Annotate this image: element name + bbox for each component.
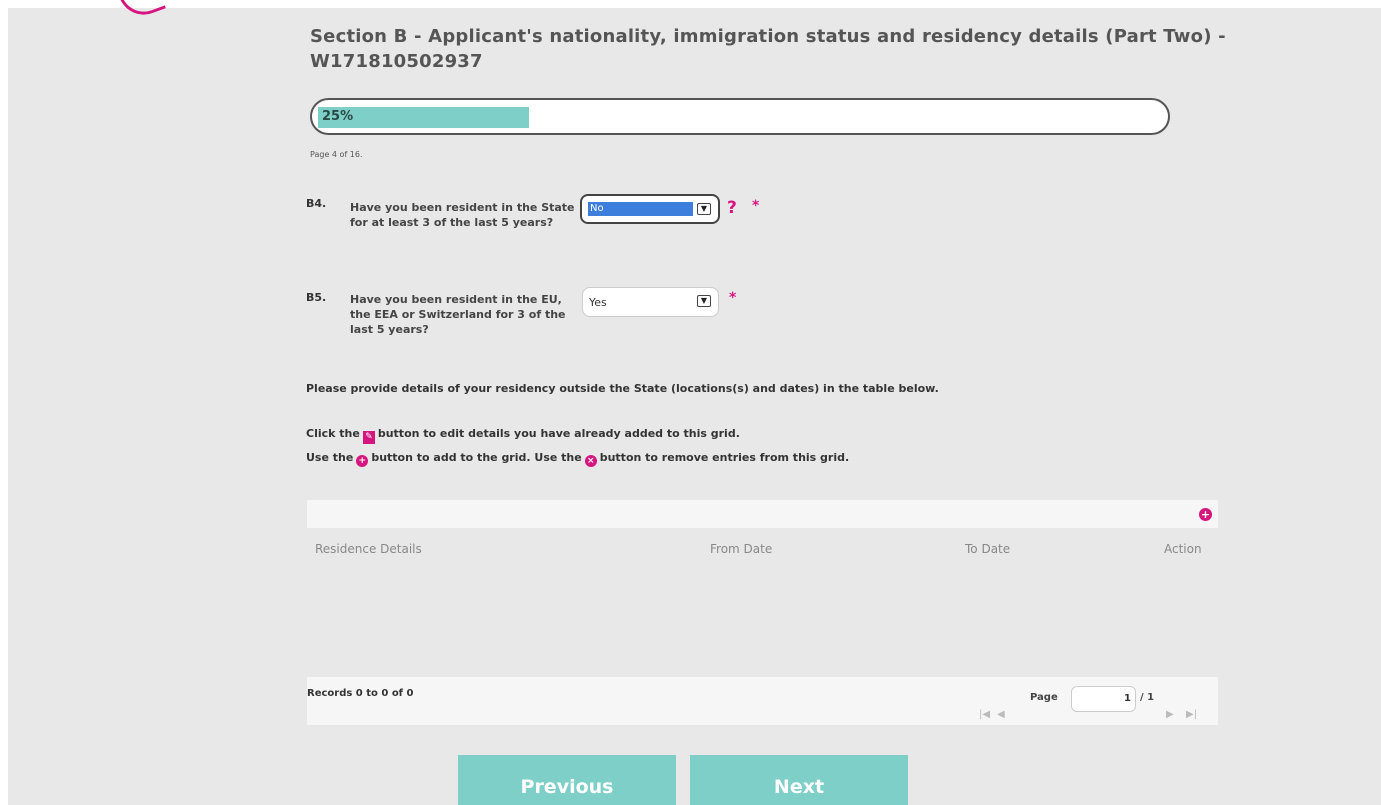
page-total: / 1: [1140, 692, 1155, 703]
column-header-residence[interactable]: Residence Details: [315, 542, 422, 556]
progress-bar: 25%: [310, 98, 1170, 135]
edit-icon: ✎: [362, 431, 375, 444]
remove-icon: ×: [584, 455, 597, 467]
question-number-b5: B5.: [306, 291, 327, 304]
first-page-icon[interactable]: |◀: [979, 709, 990, 720]
previous-button[interactable]: Previous: [458, 755, 676, 805]
chevron-down-icon[interactable]: ▼: [697, 203, 711, 215]
column-header-to-date[interactable]: To Date: [965, 542, 1010, 556]
b4-select[interactable]: No ▼: [580, 194, 720, 224]
progress-label: 25%: [322, 109, 354, 124]
last-page-icon[interactable]: ▶|: [1186, 709, 1197, 720]
page-indicator: Page 4 of 16.: [310, 150, 363, 159]
remove-instruction-text: button to add to the grid. Use the: [371, 451, 582, 464]
required-marker: *: [729, 290, 737, 306]
page-label: Page: [1030, 692, 1058, 703]
prev-page-icon[interactable]: ◀: [997, 709, 1005, 720]
add-remove-instruction: Use the + button to add to the grid. Use t…: [306, 451, 849, 467]
edit-instruction-text: Click the: [306, 427, 360, 440]
column-header-action[interactable]: Action: [1164, 542, 1202, 556]
question-text-b5: Have you been resident in the EU, the EE…: [350, 293, 566, 336]
residency-instruction: Please provide details of your residency…: [306, 382, 939, 395]
chevron-down-icon[interactable]: ▼: [697, 295, 711, 307]
records-count: Records 0 to 0 of 0: [307, 688, 414, 699]
page-number-input[interactable]: 1: [1071, 686, 1136, 712]
question-number-b4: B4.: [306, 197, 327, 210]
required-marker: *: [752, 198, 760, 214]
b5-select[interactable]: Yes ▼: [582, 287, 719, 317]
question-text-b4: Have you been resident in the State for …: [350, 201, 575, 229]
add-icon: +: [356, 455, 369, 467]
b4-selected-value: No: [588, 202, 693, 216]
b5-selected-value: Yes: [589, 296, 607, 309]
page-title: Section B - Applicant's nationality, imm…: [310, 26, 1226, 72]
next-page-icon[interactable]: ▶: [1166, 709, 1174, 720]
edit-instruction: Click the ✎ button to edit details you hav…: [306, 427, 740, 444]
next-button[interactable]: Next: [690, 755, 908, 805]
column-header-from-date[interactable]: From Date: [710, 542, 772, 556]
add-row-icon[interactable]: +: [1199, 508, 1212, 521]
add-instruction-text: Use the: [306, 451, 354, 464]
remove-instruction-text: button to remove entries from this grid.: [599, 451, 850, 464]
help-icon[interactable]: ?: [727, 198, 737, 218]
grid-toolbar: [307, 500, 1218, 528]
edit-instruction-text: button to edit details you have already …: [377, 427, 740, 440]
